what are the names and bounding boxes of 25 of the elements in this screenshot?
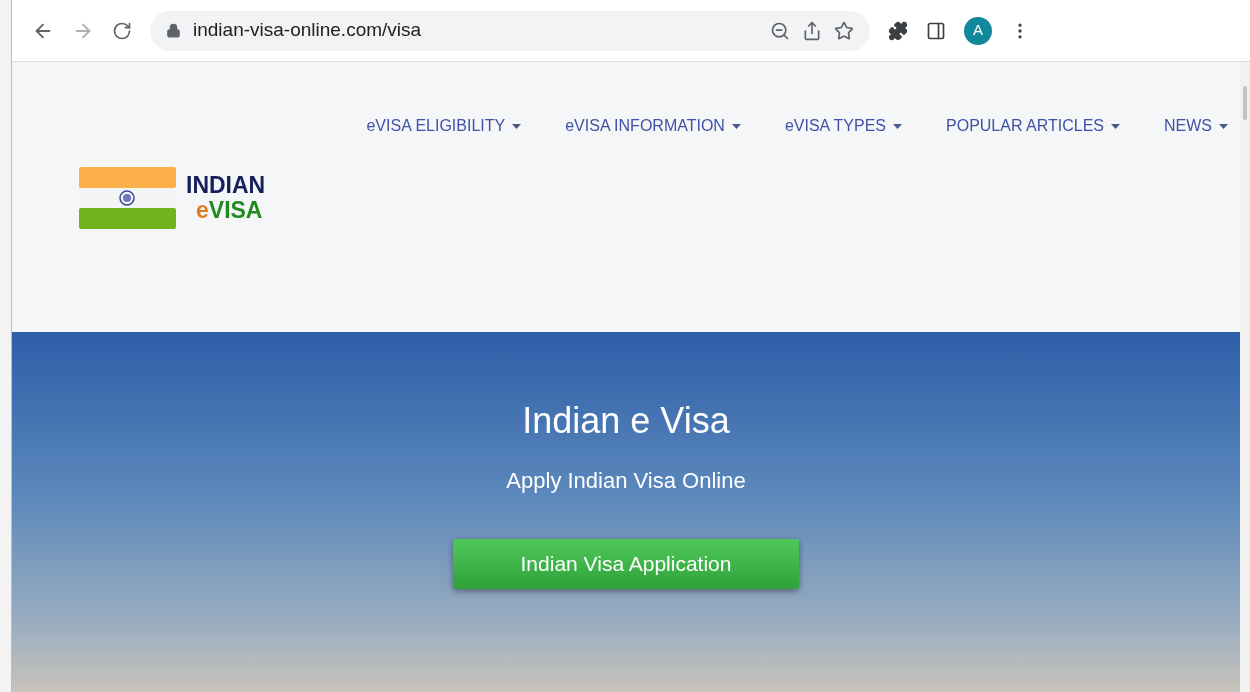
nav-link[interactable]: POPULAR ARTICLES — [946, 114, 1120, 138]
nav-link[interactable]: NEWS — [1164, 114, 1228, 138]
nav-link[interactable]: eVISA ELIGIBILITY — [366, 114, 522, 138]
bookmark-star-icon[interactable] — [834, 20, 854, 41]
nav-link[interactable]: eVISA TYPES — [784, 114, 902, 138]
logo-subtitle: eVISA — [196, 198, 264, 224]
logo-title: INDIAN — [186, 172, 266, 198]
flag-icon — [79, 167, 176, 229]
side-panel-icon[interactable] — [926, 20, 946, 41]
caret-icon — [512, 123, 522, 129]
hero-subtitle: Apply Indian Visa Online — [506, 467, 746, 495]
caret-icon — [1111, 123, 1120, 129]
hero-title: Indian e Visa — [522, 399, 730, 443]
profile-avatar[interactable]: A — [964, 16, 992, 45]
zoom-out-icon[interactable] — [770, 20, 790, 41]
extensions-icon[interactable] — [888, 20, 908, 41]
caret-icon — [731, 123, 741, 129]
caret-icon — [1219, 123, 1228, 129]
nav-link[interactable]: eVISA INFORMATION — [565, 114, 741, 138]
share-icon[interactable] — [802, 20, 822, 41]
url-text: indian-visa-online.com/visa — [193, 18, 423, 43]
address-bar[interactable]: indian-visa-online.com/visa — [150, 10, 870, 51]
reload-icon[interactable] — [112, 20, 132, 41]
lock-icon — [166, 23, 181, 38]
caret-icon — [893, 123, 902, 129]
